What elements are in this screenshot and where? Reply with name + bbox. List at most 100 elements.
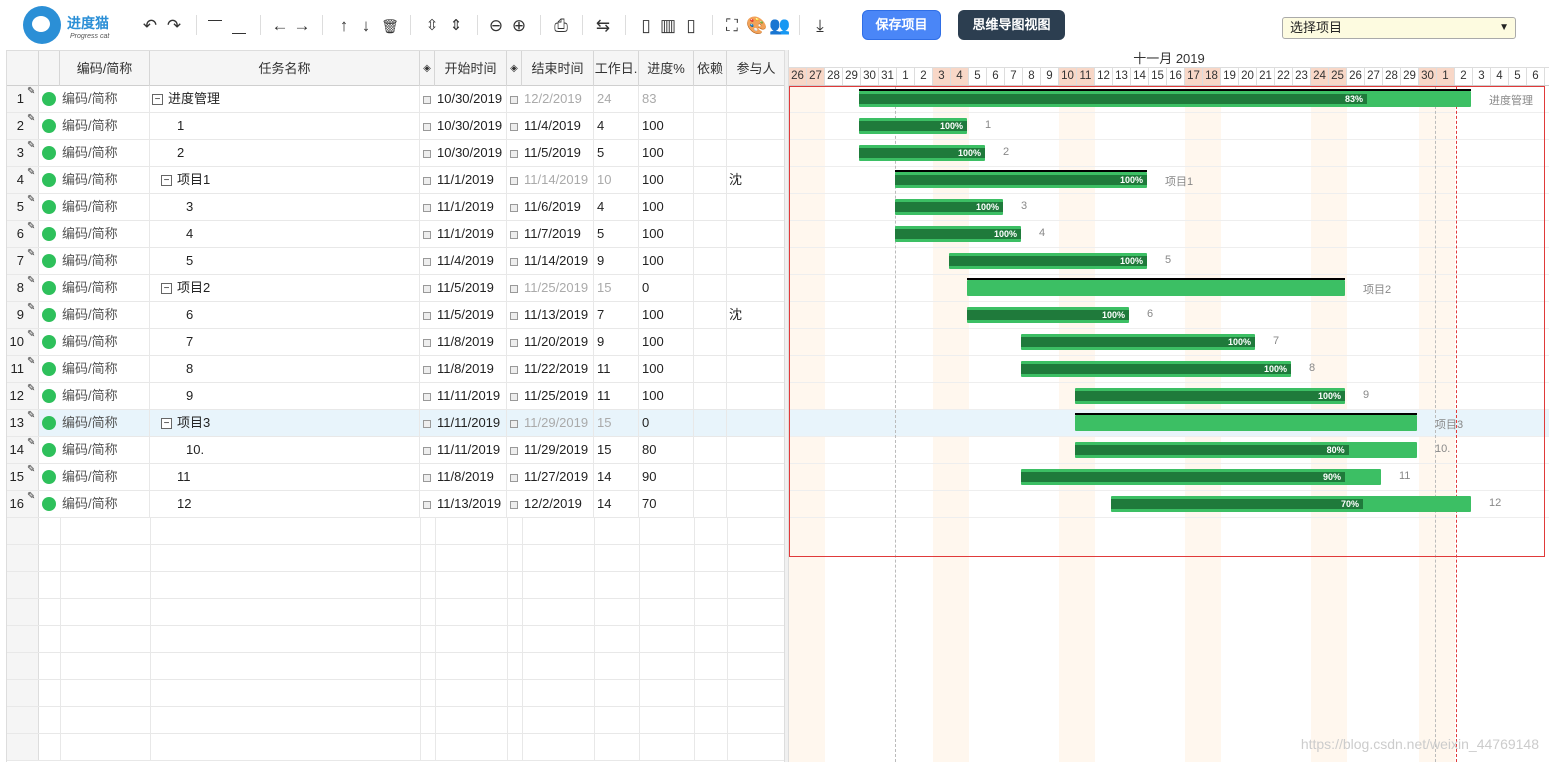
cell-task-name[interactable]: 10. [150, 437, 420, 463]
cell-end[interactable]: 11/14/2019 [507, 167, 594, 193]
start-checkbox-icon[interactable] [423, 203, 431, 212]
cell-start[interactable]: 10/30/2019 [420, 113, 507, 139]
cell-progress[interactable]: 70 [639, 491, 694, 517]
collapse-toggle-icon[interactable]: − [152, 94, 163, 106]
cell-progress[interactable]: 100 [639, 356, 694, 382]
cell-participants[interactable] [727, 194, 784, 220]
cell-progress[interactable]: 100 [639, 140, 694, 166]
cell-participants[interactable] [727, 113, 784, 139]
start-checkbox-icon[interactable] [423, 176, 431, 185]
task-bar[interactable] [967, 278, 1345, 296]
cell-progress[interactable]: 90 [639, 464, 694, 490]
start-checkbox-icon[interactable] [423, 230, 431, 239]
edit-pencil-icon[interactable]: ✎ [27, 437, 35, 448]
cell-dependency[interactable] [694, 329, 727, 355]
cell-end[interactable]: 11/29/2019 [507, 437, 594, 463]
project-select[interactable]: 选择项目 ▼ [1282, 17, 1516, 39]
cell-workdays[interactable]: 24 [594, 86, 639, 112]
cell-end[interactable]: 11/29/2019 [507, 410, 594, 436]
edit-pencil-icon[interactable]: ✎ [27, 302, 35, 313]
cell-workdays[interactable]: 15 [594, 410, 639, 436]
cell-code[interactable]: 编码/简称 [60, 86, 150, 112]
cell-workdays[interactable]: 5 [594, 221, 639, 247]
cell-task-name[interactable]: 1 [150, 113, 420, 139]
cell-dependency[interactable] [694, 140, 727, 166]
cell-participants[interactable] [727, 383, 784, 409]
cell-code[interactable]: 编码/简称 [60, 113, 150, 139]
edit-pencil-icon[interactable]: ✎ [27, 221, 35, 232]
cell-dependency[interactable] [694, 437, 727, 463]
table-row[interactable]: 3 ✎ 编码/简称 2 10/30/2019 11/5/2019 5 100 [7, 140, 784, 167]
edit-pencil-icon[interactable]: ✎ [27, 167, 35, 178]
zoom-out-icon[interactable]: ⊖ [486, 15, 506, 37]
cell-task-name[interactable]: 12 [150, 491, 420, 517]
table-row[interactable]: 8 ✎ 编码/简称 − 项目2 11/5/2019 11/25/2019 15 0 [7, 275, 784, 302]
cell-workdays[interactable]: 4 [594, 113, 639, 139]
cell-code[interactable]: 编码/简称 [60, 194, 150, 220]
cell-dependency[interactable] [694, 464, 727, 490]
cell-start[interactable]: 11/5/2019 [420, 302, 507, 328]
cell-start[interactable]: 11/8/2019 [420, 356, 507, 382]
cell-code[interactable]: 编码/简称 [60, 410, 150, 436]
cell-workdays[interactable]: 5 [594, 140, 639, 166]
start-checkbox-icon[interactable] [423, 257, 431, 266]
cell-start[interactable]: 11/13/2019 [420, 491, 507, 517]
header-start-toggle-icon[interactable]: ◈ [420, 51, 435, 86]
cell-start[interactable]: 10/30/2019 [420, 86, 507, 112]
table-row[interactable]: 16 ✎ 编码/简称 12 11/13/2019 12/2/2019 14 70 [7, 491, 784, 518]
download-icon[interactable]: ⤓ [810, 15, 830, 37]
end-checkbox-icon[interactable] [510, 203, 518, 212]
table-row[interactable]: 1 ✎ 编码/简称 − 进度管理 10/30/2019 12/2/2019 24 83 [7, 86, 784, 113]
cell-participants[interactable] [727, 275, 784, 301]
start-checkbox-icon[interactable] [423, 500, 431, 509]
table-row[interactable]: 6 ✎ 编码/简称 4 11/1/2019 11/7/2019 5 100 [7, 221, 784, 248]
cell-code[interactable]: 编码/简称 [60, 140, 150, 166]
task-bar[interactable]: 100% [859, 145, 985, 161]
collapse-toggle-icon[interactable]: − [161, 283, 172, 295]
task-bar[interactable]: 100% [1075, 388, 1345, 404]
cell-task-name[interactable]: − 项目1 [150, 167, 420, 193]
cell-task-name[interactable]: − 项目2 [150, 275, 420, 301]
cell-code[interactable]: 编码/简称 [60, 167, 150, 193]
cell-participants[interactable] [727, 221, 784, 247]
cell-workdays[interactable]: 15 [594, 437, 639, 463]
table-row[interactable]: 11 ✎ 编码/简称 8 11/8/2019 11/22/2019 11 100 [7, 356, 784, 383]
cell-task-name[interactable]: 8 [150, 356, 420, 382]
task-bar[interactable]: 100% [895, 170, 1147, 188]
start-checkbox-icon[interactable] [423, 365, 431, 374]
share-icon[interactable]: ⇆ [593, 15, 613, 37]
table-row[interactable]: 9 ✎ 编码/简称 6 11/5/2019 11/13/2019 7 100 沈 [7, 302, 784, 329]
start-checkbox-icon[interactable] [423, 284, 431, 293]
cell-end[interactable]: 11/7/2019 [507, 221, 594, 247]
collapse-toggle-icon[interactable]: − [161, 418, 172, 430]
cell-task-name[interactable]: 4 [150, 221, 420, 247]
header-workdays[interactable]: 工作日. [594, 51, 639, 86]
cell-end[interactable]: 12/2/2019 [507, 491, 594, 517]
edit-pencil-icon[interactable]: ✎ [27, 248, 35, 259]
cell-task-name[interactable]: − 项目3 [150, 410, 420, 436]
cell-end[interactable]: 11/27/2019 [507, 464, 594, 490]
cell-workdays[interactable]: 10 [594, 167, 639, 193]
end-checkbox-icon[interactable] [510, 311, 518, 320]
grid-only-icon[interactable]: ▯ [636, 15, 656, 37]
cell-dependency[interactable] [694, 302, 727, 328]
cell-start[interactable]: 11/1/2019 [420, 194, 507, 220]
start-checkbox-icon[interactable] [423, 95, 431, 104]
cell-workdays[interactable]: 11 [594, 383, 639, 409]
cell-dependency[interactable] [694, 86, 727, 112]
cell-participants[interactable] [727, 491, 784, 517]
end-checkbox-icon[interactable] [510, 473, 518, 482]
cell-participants[interactable] [727, 140, 784, 166]
header-task-name[interactable]: 任务名称 [150, 51, 420, 86]
edit-pencil-icon[interactable]: ✎ [27, 329, 35, 340]
cell-progress[interactable]: 100 [639, 302, 694, 328]
save-project-button[interactable]: 保存项目 [862, 10, 941, 40]
edit-pencil-icon[interactable]: ✎ [27, 383, 35, 394]
edit-pencil-icon[interactable]: ✎ [27, 410, 35, 421]
cell-progress[interactable]: 100 [639, 221, 694, 247]
cell-code[interactable]: 编码/简称 [60, 437, 150, 463]
start-checkbox-icon[interactable] [423, 392, 431, 401]
cell-participants[interactable]: 沈 [727, 302, 784, 328]
cell-workdays[interactable]: 15 [594, 275, 639, 301]
cell-end[interactable]: 12/2/2019 [507, 86, 594, 112]
